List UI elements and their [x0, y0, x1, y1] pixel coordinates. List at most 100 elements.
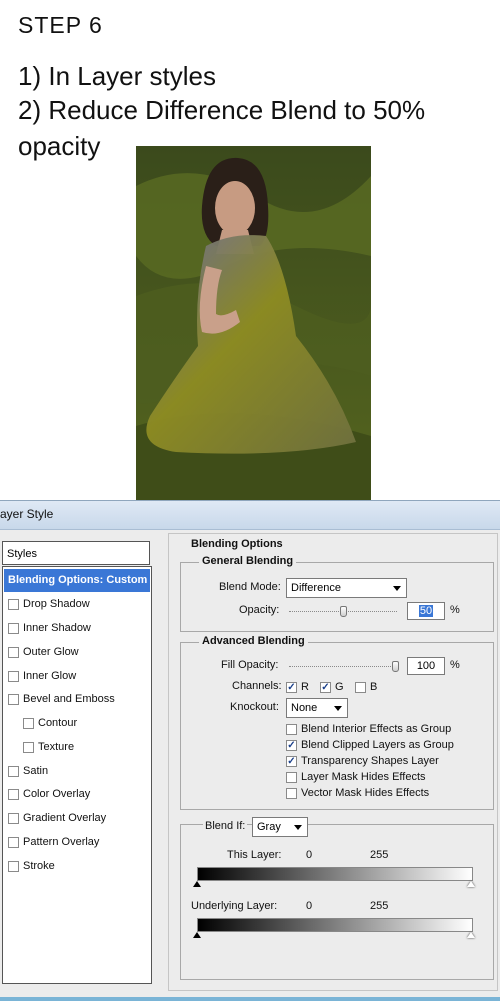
channel-g[interactable]: G: [320, 677, 344, 697]
style-label: Bevel and Emboss: [23, 693, 115, 705]
checkbox[interactable]: [355, 681, 366, 693]
checkbox[interactable]: [8, 788, 19, 800]
style-label: Stroke: [23, 860, 55, 872]
this-layer-gradient: [197, 867, 473, 881]
opacity-slider-thumb[interactable]: [340, 606, 347, 617]
style-label: Gradient Overlay: [23, 812, 107, 824]
style-outer-glow[interactable]: Outer Glow: [8, 642, 79, 662]
checkbox[interactable]: [8, 812, 19, 824]
opacity-unit: %: [450, 604, 460, 616]
checkbox[interactable]: [8, 598, 19, 610]
style-color-overlay[interactable]: Color Overlay: [8, 784, 90, 804]
blend-if-select[interactable]: Gray: [252, 817, 308, 837]
this-layer-label: This Layer:: [227, 849, 282, 861]
style-gradient-overlay[interactable]: Gradient Overlay: [8, 808, 106, 828]
underlying-layer-white-slider[interactable]: [467, 932, 475, 938]
blend-if-value: Gray: [257, 821, 281, 833]
style-label: Texture: [38, 741, 75, 753]
style-bevel-emboss[interactable]: Bevel and Emboss: [8, 689, 115, 709]
option-vector-mask-hides[interactable]: Vector Mask Hides Effects: [286, 783, 429, 803]
style-inner-shadow[interactable]: Inner Shadow: [8, 618, 91, 638]
checkbox[interactable]: [8, 693, 19, 705]
checkbox[interactable]: [286, 681, 297, 693]
channel-label: B: [370, 681, 378, 693]
blend-mode-value: Difference: [291, 582, 341, 594]
style-inner-glow[interactable]: Inner Glow: [8, 666, 76, 686]
checkbox[interactable]: [320, 681, 331, 693]
chevron-down-icon: [294, 825, 302, 830]
channels-label: Channels:: [232, 680, 282, 692]
styles-list: Blending Options: Custom Drop Shadow Inn…: [2, 566, 152, 984]
chevron-down-icon: [334, 706, 342, 711]
checkbox[interactable]: [286, 787, 297, 799]
channel-r[interactable]: R: [286, 677, 309, 697]
fill-opacity-slider[interactable]: [289, 666, 397, 667]
fill-opacity-input[interactable]: 100: [407, 657, 445, 675]
style-label: Drop Shadow: [23, 598, 90, 610]
knockout-select[interactable]: None: [286, 698, 348, 718]
blending-options-heading: Blending Options: [191, 538, 283, 550]
checkbox[interactable]: [8, 765, 19, 777]
fill-opacity-slider-thumb[interactable]: [392, 661, 399, 672]
styles-header[interactable]: Styles: [2, 541, 150, 565]
dialog-titlebar[interactable]: ayer Style: [0, 501, 500, 530]
style-stroke[interactable]: Stroke: [8, 856, 55, 876]
style-label: Contour: [38, 717, 78, 729]
style-satin[interactable]: Satin: [8, 761, 48, 781]
layer-style-dialog: ayer Style Styles Blending Options: Cust…: [0, 500, 500, 1001]
underlying-layer-min: 0: [306, 900, 313, 912]
chevron-down-icon: [393, 586, 401, 591]
blending-options-panel: Blending Options General Blending Blend …: [168, 533, 498, 991]
channel-label: G: [335, 681, 344, 693]
underlying-layer-label: Underlying Layer:: [191, 900, 278, 912]
checkbox[interactable]: [286, 771, 297, 783]
checkbox[interactable]: [8, 836, 19, 848]
blend-mode-label: Blend Mode:: [219, 581, 281, 593]
checkbox[interactable]: [8, 670, 19, 682]
checkbox[interactable]: [8, 646, 19, 658]
opacity-label: Opacity:: [239, 604, 280, 616]
checkbox[interactable]: [286, 755, 297, 767]
instruction-line-3: opacity: [18, 131, 101, 161]
this-layer-min: 0: [306, 849, 313, 861]
style-label: Pattern Overlay: [23, 836, 100, 848]
photo-illustration: [136, 146, 371, 500]
style-contour[interactable]: Contour: [23, 713, 77, 733]
fill-opacity-label: Fill Opacity:: [221, 659, 279, 671]
style-label: Outer Glow: [23, 646, 79, 658]
blend-if-label: Blend If:: [203, 820, 248, 832]
style-drop-shadow[interactable]: Drop Shadow: [8, 594, 90, 614]
result-photo: [136, 146, 371, 500]
general-blending-title: General Blending: [199, 555, 297, 567]
checkbox[interactable]: [286, 723, 297, 735]
channel-b[interactable]: B: [355, 677, 377, 697]
step-title: STEP 6: [18, 12, 103, 38]
instruction-line-1: 1) In Layer styles: [18, 61, 216, 91]
checkbox[interactable]: [8, 622, 19, 634]
dialog-bottom-border: [0, 997, 500, 1001]
opacity-value: 50: [418, 605, 434, 617]
checkbox[interactable]: [286, 739, 297, 751]
checkbox[interactable]: [23, 717, 34, 729]
style-blending-options[interactable]: Blending Options: Custom: [4, 569, 150, 592]
blend-mode-select[interactable]: Difference: [286, 578, 407, 598]
style-label: Satin: [23, 765, 49, 777]
this-layer-max: 255: [370, 849, 389, 861]
this-layer-white-slider[interactable]: [467, 881, 475, 887]
opacity-input[interactable]: 50: [407, 602, 445, 620]
this-layer-black-slider[interactable]: [193, 881, 201, 887]
style-texture[interactable]: Texture: [23, 737, 74, 757]
style-label: Color Overlay: [23, 788, 91, 800]
dialog-title: ayer Style: [0, 507, 54, 521]
underlying-layer-max: 255: [370, 900, 389, 912]
underlying-layer-black-slider[interactable]: [193, 932, 201, 938]
checkbox[interactable]: [23, 741, 34, 753]
checkbox[interactable]: [8, 860, 19, 872]
underlying-layer-gradient: [197, 918, 473, 932]
advanced-blending-title: Advanced Blending: [199, 635, 308, 647]
instruction-line-2: 2) Reduce Difference Blend to 50%: [18, 95, 426, 125]
channel-label: R: [301, 681, 309, 693]
knockout-value: None: [291, 702, 318, 714]
fill-opacity-unit: %: [450, 659, 460, 671]
style-pattern-overlay[interactable]: Pattern Overlay: [8, 832, 99, 852]
